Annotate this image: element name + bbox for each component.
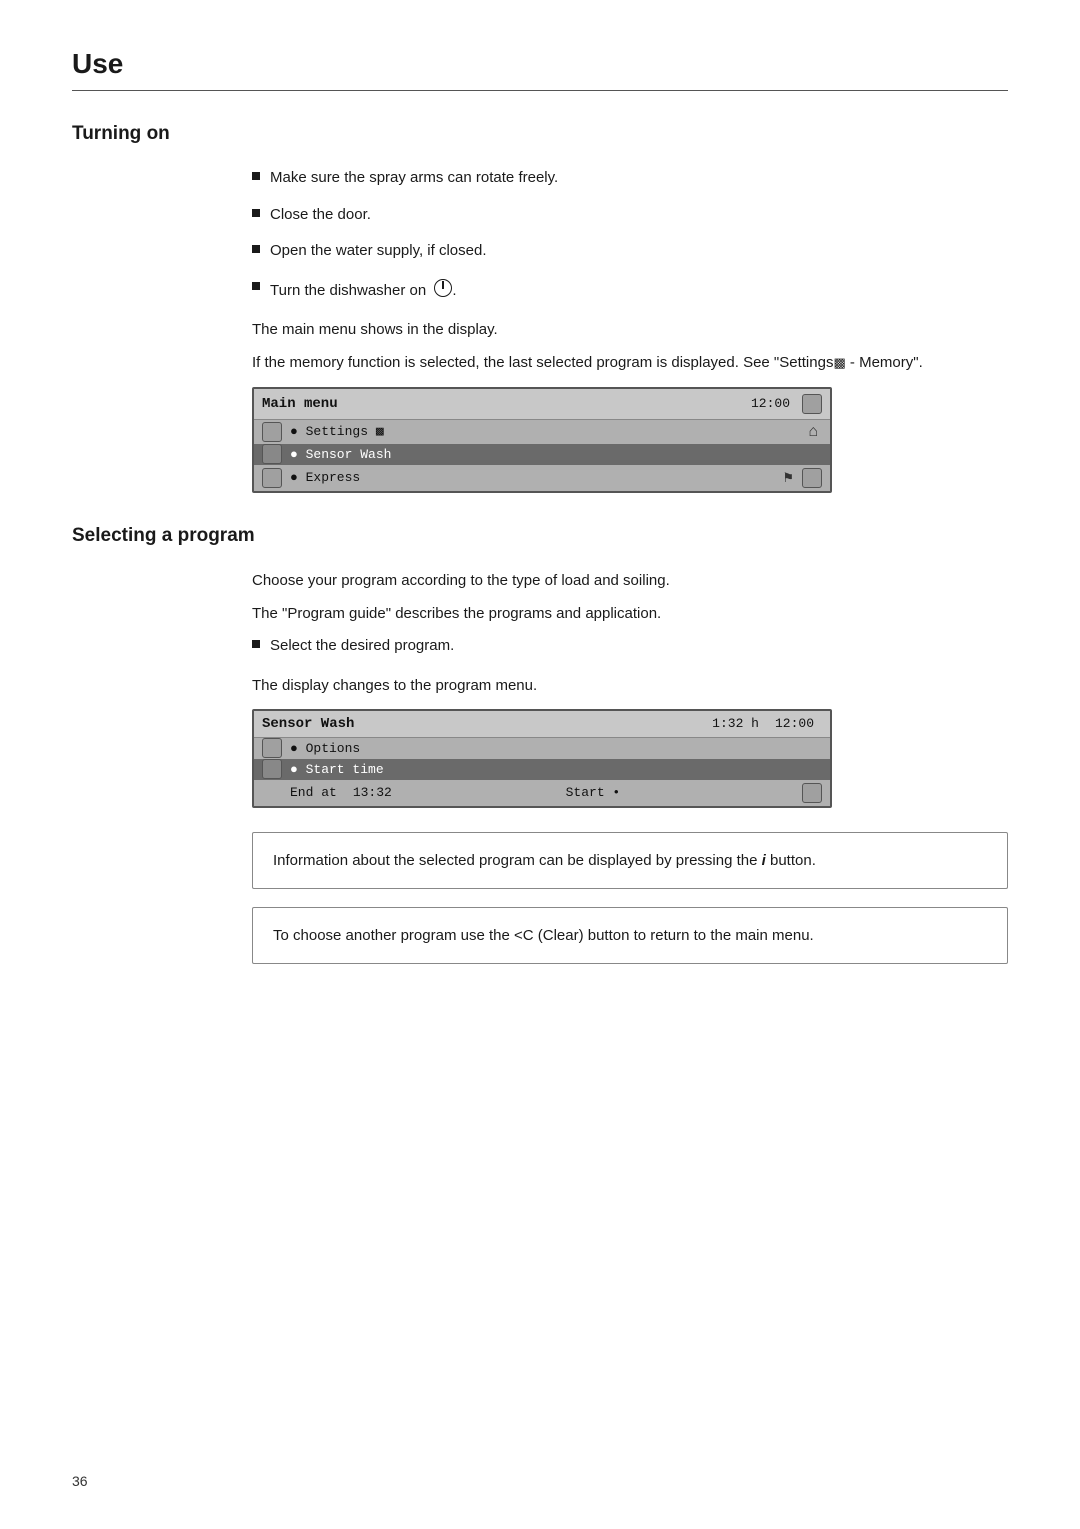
display2-options-text: ● Options (290, 741, 360, 756)
display-menu-title: Main menu (262, 396, 338, 412)
home-icon: ⌂ (808, 423, 818, 441)
display2-start-label: Start • (566, 785, 621, 800)
display2-endat-label: End at (290, 785, 337, 800)
bullet-icon-2 (252, 209, 260, 217)
display2-btn-left-2 (262, 759, 282, 779)
display-header-row: Main menu 12:00 (254, 389, 830, 420)
display-btn-right-1 (802, 394, 822, 414)
info-box-1: Information about the selected program c… (252, 832, 1008, 889)
selecting-para3: The display changes to the program menu. (252, 674, 1008, 697)
turning-on-content: Make sure the spray arms can rotate free… (72, 167, 1008, 493)
info-box-1-text2: button. (770, 852, 816, 869)
turning-on-section: Turning on Make sure the spray arms can … (72, 123, 1008, 493)
display2-row-starttime: ● Start time (254, 759, 830, 780)
selecting-bullet-text: Select the desired program. (270, 635, 454, 658)
power-icon (434, 279, 452, 297)
bullet-item-2: Close the door. (252, 204, 1008, 227)
bullet-icon-4 (252, 282, 260, 290)
info-box-1-bold-char: i (762, 852, 766, 869)
selecting-program-section: Selecting a program Choose your program … (72, 525, 1008, 965)
display-express-text: ● Express (290, 470, 360, 485)
bullet-item-4: Turn the dishwasher on . (252, 277, 1008, 303)
selecting-bullet-icon (252, 640, 260, 648)
info-box-1-text1: Information about the selected program c… (273, 852, 757, 869)
bullet-text-2: Close the door. (270, 204, 371, 227)
bullet-text-1: Make sure the spray arms can rotate free… (270, 167, 558, 190)
display2-btn-right (802, 783, 822, 803)
display2-time2: 12:00 (775, 716, 814, 731)
selecting-program-content: Choose your program according to the typ… (72, 569, 1008, 965)
turning-on-para2: If the memory function is selected, the … (252, 351, 1008, 374)
display-row-express: ● Express ⚑ (254, 465, 830, 491)
display2-program-title: Sensor Wash (262, 716, 354, 732)
display2-row-options: ● Options (254, 738, 830, 759)
display-btn-left-3 (262, 468, 282, 488)
display2-row-endat: End at 13:32 Start • (254, 780, 830, 806)
bullet-text-3: Open the water supply, if closed. (270, 240, 487, 263)
selecting-bullet-list: Select the desired program. (252, 635, 1008, 658)
display-row-settings: ● Settings ▩ ⌂ (254, 420, 830, 444)
title-divider (72, 90, 1008, 91)
display2-header-row: Sensor Wash 1:32 h 12:00 (254, 711, 830, 738)
display-btn-left-2 (262, 444, 282, 464)
bullet-item-3: Open the water supply, if closed. (252, 240, 1008, 263)
selecting-program-heading: Selecting a program (72, 525, 1008, 547)
bullet-text-4: Turn the dishwasher on . (270, 277, 457, 303)
display-screen-2: Sensor Wash 1:32 h 12:00 ● Options ● Sta… (252, 709, 832, 808)
turning-on-heading: Turning on (72, 123, 1008, 145)
settings-flag-icon: ▩ (833, 355, 845, 370)
display-sensorwash-text: ● Sensor Wash (290, 447, 391, 462)
turning-on-para1: The main menu shows in the display. (252, 318, 1008, 341)
display-btn-right-2 (802, 468, 822, 488)
wash-icon: ⚑ (782, 470, 794, 486)
display2-endat-time: 13:32 (353, 785, 392, 800)
turning-on-bullets: Make sure the spray arms can rotate free… (252, 167, 1008, 302)
info-box-2: To choose another program use the <C (Cl… (252, 907, 1008, 964)
selecting-bullet-item: Select the desired program. (252, 635, 1008, 658)
bullet-icon-3 (252, 245, 260, 253)
bullet-item-1: Make sure the spray arms can rotate free… (252, 167, 1008, 190)
display2-btn-left-1 (262, 738, 282, 758)
display-row-sensorwash: ● Sensor Wash (254, 444, 830, 465)
display-time-1: 12:00 (751, 396, 790, 411)
display2-starttime-text: ● Start time (290, 762, 384, 777)
display-settings-text: ● Settings ▩ (290, 424, 384, 439)
info-box-2-text: To choose another program use the <C (Cl… (273, 927, 814, 944)
display2-time1: 1:32 h (712, 716, 759, 731)
display-screen-1: Main menu 12:00 ● Settings ▩ ⌂ ● Sensor … (252, 387, 832, 493)
page-title: Use (72, 48, 1008, 80)
page-number: 36 (72, 1473, 88, 1489)
bullet-icon-1 (252, 172, 260, 180)
selecting-para2: The "Program guide" describes the progra… (252, 602, 1008, 625)
display-btn-left-1 (262, 422, 282, 442)
selecting-para1: Choose your program according to the typ… (252, 569, 1008, 592)
